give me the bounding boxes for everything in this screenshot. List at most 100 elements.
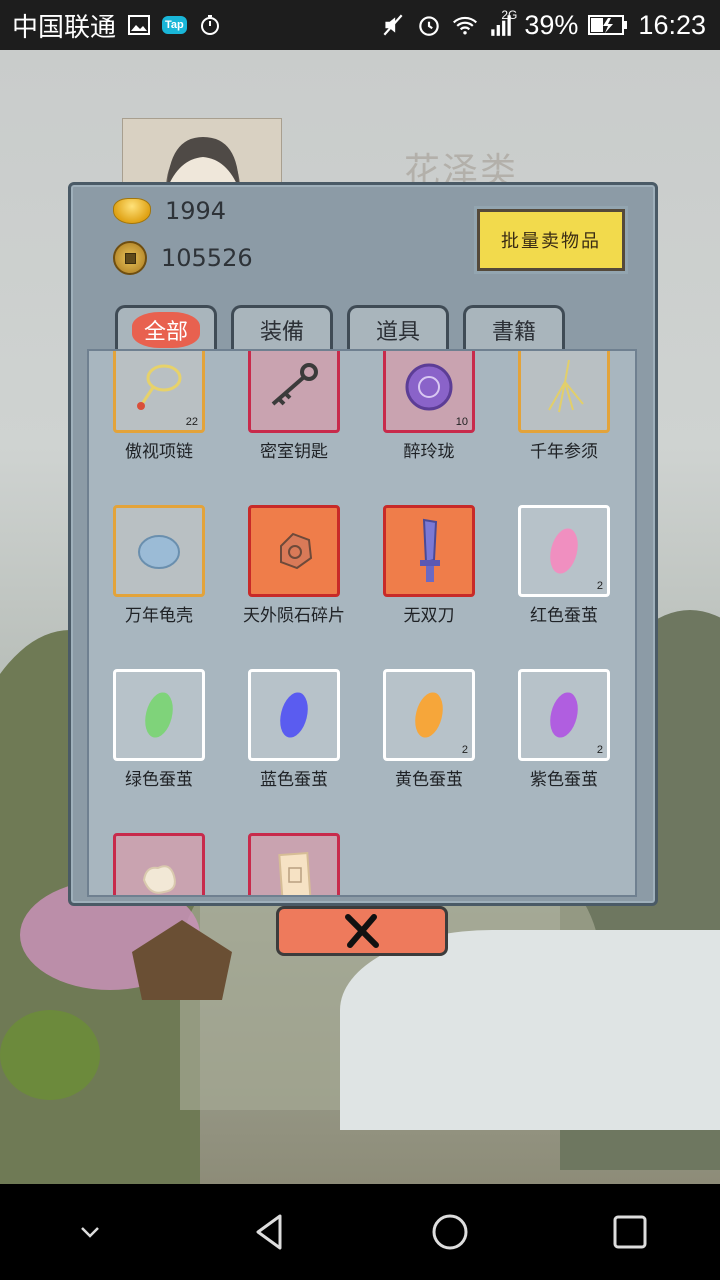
item-count: 2 xyxy=(596,580,603,592)
close-button[interactable] xyxy=(276,906,448,956)
item-name: 密室钥匙 xyxy=(260,442,328,462)
item-slot[interactable] xyxy=(248,669,340,761)
ginger-icon xyxy=(142,865,176,894)
inventory-item[interactable]: 千年参须 xyxy=(518,351,610,462)
inventory-item[interactable]: 绿色蚕茧 xyxy=(113,669,205,790)
item-slot[interactable]: 2 xyxy=(383,669,475,761)
stopwatch-icon xyxy=(197,12,223,38)
inventory-item[interactable]: 生姜 xyxy=(113,833,205,895)
alarm-icon xyxy=(416,12,442,38)
item-name: 无双刀 xyxy=(403,606,455,626)
item-slot[interactable] xyxy=(113,833,205,895)
item-name: 黄色蚕茧 xyxy=(395,770,463,790)
item-name: 蓝色蚕茧 xyxy=(260,770,328,790)
cocoon-icon xyxy=(550,528,578,574)
gallery-icon xyxy=(126,12,152,38)
item-count: 10 xyxy=(455,416,468,428)
cocoon-icon xyxy=(550,692,578,738)
item-name: 红色蚕茧 xyxy=(530,606,598,626)
inventory-item[interactable]: 无双刀 xyxy=(383,505,475,626)
home-button[interactable] xyxy=(420,1202,480,1262)
cocoon-icon xyxy=(280,692,308,738)
item-slot[interactable] xyxy=(113,669,205,761)
chevron-down-icon xyxy=(81,1227,99,1238)
tab-2[interactable]: 道具 xyxy=(347,305,449,352)
inventory-tabs: 全部 装備 道具 書籍 xyxy=(115,305,565,352)
gold-ingot-amount: 1994 xyxy=(165,197,227,225)
inventory-item[interactable]: 2 黄色蚕茧 xyxy=(383,669,475,790)
mute-icon xyxy=(380,12,406,38)
battery-charging-icon xyxy=(588,12,628,38)
tab-0[interactable]: 全部 xyxy=(115,305,217,352)
wifi-icon xyxy=(452,12,478,38)
battery-percent: 39% xyxy=(524,9,579,40)
copper-coin-row: 105526 xyxy=(113,241,253,275)
bulk-sell-button[interactable]: 批量卖物品 xyxy=(474,206,628,274)
inventory-item[interactable]: 2 紫色蚕茧 xyxy=(518,669,610,790)
recents-square-icon xyxy=(613,1215,647,1249)
navigation-bar xyxy=(0,1184,720,1280)
turtle-shell-icon xyxy=(138,535,180,569)
hide-keyboard-button[interactable] xyxy=(60,1202,120,1262)
item-name: 傲视项链 xyxy=(125,442,193,462)
item-name: 天外陨石碎片 xyxy=(243,606,345,626)
item-name: 醉玲珑 xyxy=(403,442,455,462)
key-icon xyxy=(271,363,318,406)
item-slot[interactable]: 10 xyxy=(383,351,475,433)
inventory-item[interactable]: 万年龟壳 xyxy=(113,505,205,626)
inventory-item[interactable]: 留书 xyxy=(248,833,340,895)
copper-coin-icon xyxy=(113,241,147,275)
item-slot[interactable] xyxy=(518,351,610,433)
tab-label: 装備 xyxy=(259,320,304,345)
inventory-item[interactable]: 10 醉玲珑 xyxy=(383,351,475,462)
item-slot[interactable]: 2 xyxy=(518,505,610,597)
river xyxy=(340,930,720,1130)
item-slot[interactable] xyxy=(113,505,205,597)
inventory-item[interactable]: 22 傲视项链 xyxy=(113,351,205,462)
home-circle-icon xyxy=(432,1214,468,1250)
item-slot[interactable] xyxy=(383,505,475,597)
item-count: 2 xyxy=(596,744,603,756)
gold-ingot-row: 1994 xyxy=(113,197,226,225)
item-name: 万年龟壳 xyxy=(125,606,193,626)
item-count: 2 xyxy=(461,744,468,756)
tab-3[interactable]: 書籍 xyxy=(463,305,565,352)
tab-1[interactable]: 装備 xyxy=(231,305,333,352)
item-grid: 22 傲视项链 密室钥匙 10 醉玲珑 千年参须 万年龟壳 天外陨石碎片 无双刀 2 红色蚕茧 绿色蚕… xyxy=(113,351,610,895)
carrier-name: 中国联通 xyxy=(12,11,117,42)
item-count: 22 xyxy=(185,416,198,428)
letter-icon xyxy=(278,852,312,895)
item-slot[interactable] xyxy=(248,505,340,597)
item-slot[interactable] xyxy=(248,351,340,433)
inventory-item[interactable]: 2 红色蚕茧 xyxy=(518,505,610,626)
blade-icon xyxy=(420,518,440,582)
item-name: 紫色蚕茧 xyxy=(530,770,598,790)
gold-ingot-icon xyxy=(113,198,151,224)
item-slot[interactable] xyxy=(248,833,340,895)
inventory-item[interactable]: 蓝色蚕茧 xyxy=(248,669,340,790)
close-x-icon xyxy=(345,914,379,948)
green-tree xyxy=(0,1010,100,1100)
tab-label: 書籍 xyxy=(491,320,536,345)
copper-coin-amount: 105526 xyxy=(161,244,253,272)
back-triangle-icon xyxy=(256,1214,282,1250)
item-slot[interactable]: 22 xyxy=(113,351,205,433)
tap-app-icon: Tap xyxy=(162,16,187,34)
back-button[interactable] xyxy=(240,1202,300,1262)
item-name: 千年参须 xyxy=(530,442,598,462)
cocoon-icon xyxy=(145,692,173,738)
inventory-item[interactable]: 天外陨石碎片 xyxy=(243,505,345,626)
ginseng-root-icon xyxy=(548,359,584,413)
signal-icon: 2G xyxy=(488,8,517,38)
tab-label: 全部 xyxy=(131,312,200,348)
meteorite-icon xyxy=(280,532,313,570)
item-name: 绿色蚕茧 xyxy=(125,770,193,790)
item-grid-scroll[interactable]: 22 傲视项链 密室钥匙 10 醉玲珑 千年参须 万年龟壳 天外陨石碎片 无双刀 2 红色蚕茧 绿色蚕… xyxy=(87,349,637,897)
clock-time: 16:23 xyxy=(638,9,706,40)
inventory-panel: 1994 105526 批量卖物品 全部 装備 道具 書籍 22 傲视项链 密室钥匙 10 醉… xyxy=(68,182,658,906)
status-bar: 中国联通 Tap 2G 39% 16:23 xyxy=(0,0,720,50)
inventory-item[interactable]: 密室钥匙 xyxy=(248,351,340,462)
item-slot[interactable]: 2 xyxy=(518,669,610,761)
recents-button[interactable] xyxy=(600,1202,660,1262)
tab-label: 道具 xyxy=(375,320,420,345)
